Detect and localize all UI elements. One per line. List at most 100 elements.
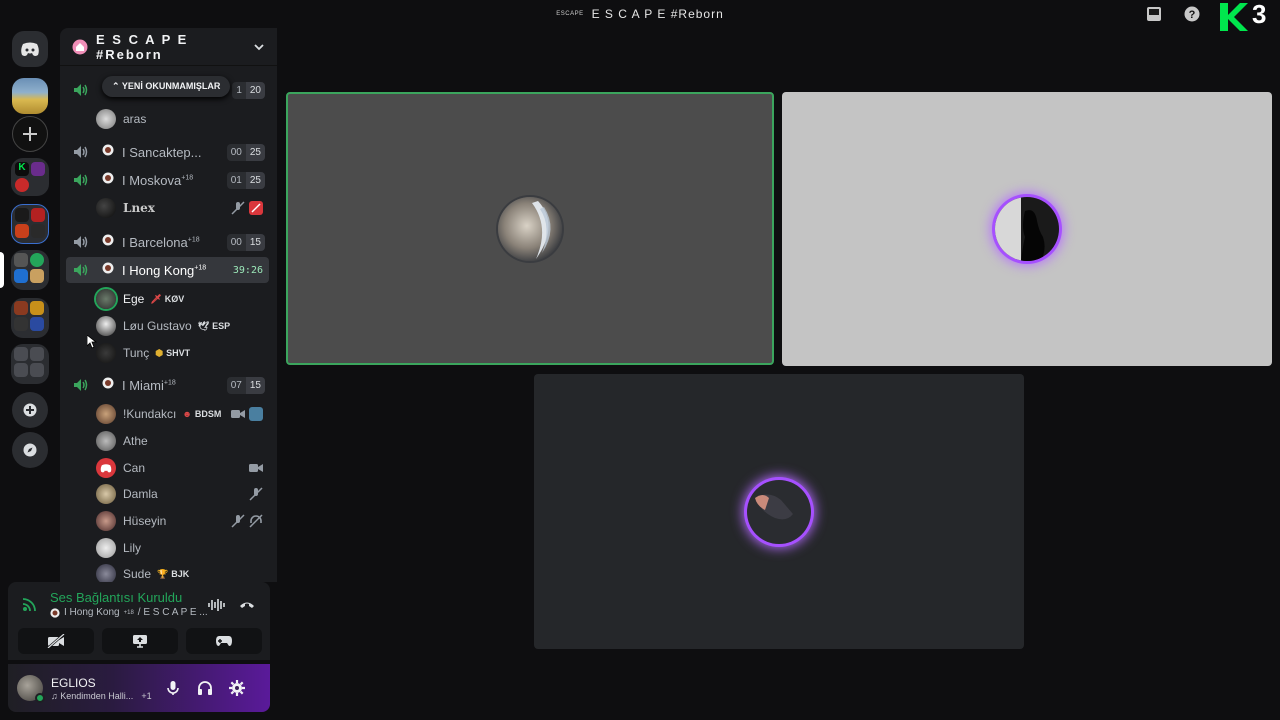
speaker-icon: [70, 263, 92, 277]
user-state-icons: [231, 201, 263, 215]
participant-avatar: [995, 197, 1059, 261]
voice-user[interactable]: Lily: [66, 535, 269, 561]
signal-icon: [22, 598, 36, 612]
user-tag: 🕊 ESP: [197, 320, 231, 332]
avatar: [96, 316, 116, 336]
user-state-icons: [249, 461, 263, 475]
voice-user[interactable]: Ege 🗡 KØV: [66, 286, 269, 312]
user-count: 00 25: [226, 143, 265, 161]
gamepad-icon: [216, 636, 232, 646]
help-icon[interactable]: ?: [1180, 2, 1204, 26]
participant-tile[interactable]: [782, 92, 1272, 366]
mute-icon: [231, 514, 245, 528]
activity-button[interactable]: [186, 628, 262, 654]
screen-share-button[interactable]: [102, 628, 178, 654]
discover-icon[interactable]: [12, 432, 48, 468]
account-activity: ♫ Kendimden Halli... +1: [51, 690, 152, 701]
user-name: Hüseyin: [123, 514, 167, 528]
server-folder-4[interactable]: [11, 298, 49, 338]
overlay-number: 3: [1252, 0, 1267, 29]
avatar: [96, 404, 116, 424]
disconnect-icon[interactable]: [238, 598, 256, 612]
server-cross-icon[interactable]: [12, 116, 48, 152]
speaker-icon: [70, 83, 92, 97]
participant-tile-speaking[interactable]: [286, 92, 774, 365]
trophy-icon: 🏆: [157, 568, 169, 579]
user-name: Tunç: [123, 346, 150, 360]
deafen-icon: [249, 514, 263, 528]
channel-name: I Sancaktep...: [122, 144, 202, 160]
active-server-pill: [0, 252, 4, 288]
user-tag: 🏆 BJK: [157, 568, 190, 580]
voice-connection-panel: Ses Bağlantısı Kuruldu I Hong Kong +18/ E…: [8, 582, 270, 660]
svg-text:?: ?: [1189, 9, 1196, 21]
voice-user[interactable]: Can: [66, 455, 269, 481]
server-deafen-icon: [249, 201, 263, 215]
k3-overlay-logo: 3: [1218, 0, 1280, 35]
avatar: [96, 343, 116, 363]
microphone-icon[interactable]: [165, 680, 181, 696]
user-panel: EGLIOS ♫ Kendimden Halli... +1: [8, 664, 270, 712]
headphones-icon[interactable]: [197, 680, 213, 696]
voice-user[interactable]: Lnex: [66, 195, 269, 221]
voice-channel[interactable]: I Barcelona+18 00 15: [66, 229, 269, 255]
user-tag: 🗡 KØV: [150, 293, 185, 305]
voice-channel-active[interactable]: I Hong Kong+18 39:26: [66, 257, 269, 283]
server-landscape-icon[interactable]: [12, 78, 48, 114]
voice-user[interactable]: Damla: [66, 481, 269, 507]
discord-home-icon[interactable]: [12, 31, 48, 67]
user-count: 1 20: [232, 81, 265, 99]
voice-status[interactable]: Ses Bağlantısı Kuruldu: [50, 590, 182, 605]
window-title: E S C A P E #Reborn: [591, 7, 724, 21]
user-tag: ⬢ SHVT: [155, 347, 191, 359]
user-name: Sude: [123, 567, 152, 581]
participant-tile[interactable]: [534, 374, 1024, 649]
voice-user[interactable]: Hüseyin: [66, 508, 269, 534]
avatar[interactable]: [17, 675, 45, 703]
server-folder-3[interactable]: [11, 250, 49, 290]
voice-user[interactable]: Sude 🏆 BJK: [66, 561, 269, 582]
title-bar-actions: ? 3: [1128, 0, 1280, 31]
voice-channel[interactable]: I Miami+18 07 15: [66, 372, 269, 398]
voice-user[interactable]: Athe: [66, 428, 269, 454]
account-name[interactable]: EGLIOS: [51, 676, 161, 690]
server-folder-1[interactable]: K: [11, 158, 49, 196]
speaker-icon: [70, 173, 92, 187]
camera-off-button[interactable]: [18, 628, 94, 654]
avatar: [96, 484, 116, 504]
mouse-cursor: [87, 335, 97, 349]
user-name: aras: [123, 112, 147, 126]
channel-name: I Moskova+18: [122, 172, 194, 188]
user-name: Athe: [123, 434, 148, 448]
noise-suppression-icon[interactable]: [208, 598, 226, 612]
server-header[interactable]: E S C A P E #Reborn: [60, 28, 277, 66]
inbox-icon[interactable]: [1142, 2, 1166, 26]
new-unreads-label: YENİ OKUNMAMIŞLAR: [121, 81, 221, 91]
skull-icon: ☻: [182, 409, 192, 419]
channel-name: I Hong Kong+18: [122, 262, 207, 278]
voice-channel-path[interactable]: I Hong Kong +18/ E S C A P E ...: [50, 607, 208, 618]
voice-user[interactable]: !Kundakcı ☻ BDSM: [66, 401, 269, 427]
chevron-up-icon: ⌃: [112, 81, 122, 91]
activity-icon: [249, 407, 263, 421]
user-name: Lnex: [123, 201, 155, 215]
music-note-icon: ♫: [51, 690, 61, 701]
voice-channel[interactable]: I Moskova+18 01 25: [66, 167, 269, 193]
server-folder-5[interactable]: [11, 344, 49, 384]
settings-gear-icon[interactable]: [229, 680, 245, 696]
chevron-down-icon[interactable]: [253, 41, 265, 53]
title-bar: ESCAPE E S C A P E #Reborn: [0, 0, 1280, 28]
speaker-icon: [70, 235, 92, 249]
voice-channel[interactable]: I Sancaktep... 00 25: [66, 139, 269, 165]
mute-icon: [231, 201, 245, 215]
avatar: [96, 109, 116, 129]
server-folder-2[interactable]: [11, 204, 49, 244]
voice-user[interactable]: aras: [66, 106, 269, 132]
user-name: Can: [123, 461, 146, 475]
user-name: Damla: [123, 487, 158, 501]
avatar: [96, 289, 116, 309]
user-state-icons: [231, 514, 263, 528]
add-server-icon[interactable]: [12, 392, 48, 428]
user-name: Løu Gustavo: [123, 319, 192, 333]
new-unreads-pill[interactable]: ⌃ YENİ OKUNMAMIŞLAR: [102, 76, 231, 97]
